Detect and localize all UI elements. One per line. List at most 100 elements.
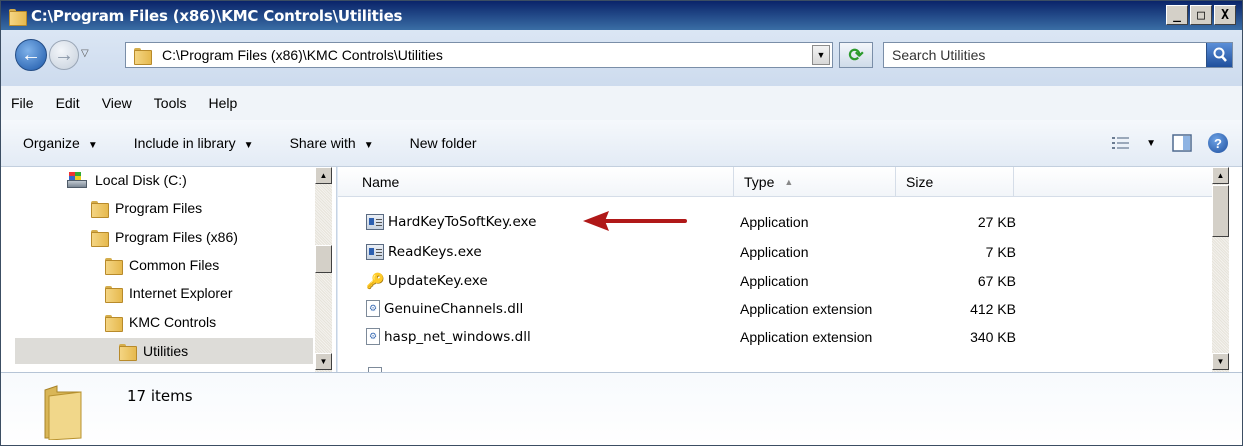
- navigation-pane: Local Disk (C:) Program Files Program Fi…: [1, 167, 337, 372]
- tree-item-label: Utilities: [143, 343, 189, 359]
- folder-icon: [134, 47, 152, 65]
- tree-item-local-disk[interactable]: Local Disk (C:): [67, 167, 297, 193]
- back-arrow-icon: ←: [21, 43, 41, 66]
- scroll-up-button[interactable]: ▲: [1212, 167, 1229, 184]
- maximize-button[interactable]: □: [1190, 5, 1212, 25]
- file-name-cell: HardKeyToSoftKey.exe: [366, 207, 536, 236]
- file-type-cell: Application: [740, 213, 809, 230]
- address-bar[interactable]: C:\Program Files (x86)\KMC Controls\Util…: [125, 42, 833, 68]
- folder-icon: [9, 8, 27, 26]
- file-size-cell: 27 KB: [977, 213, 1016, 230]
- scroll-up-button[interactable]: ▲: [315, 167, 332, 184]
- search-input[interactable]: Search Utilities: [883, 42, 1233, 68]
- folder-icon: [105, 314, 123, 332]
- menu-file[interactable]: File: [11, 95, 34, 111]
- menu-edit[interactable]: Edit: [56, 95, 80, 111]
- column-header-size[interactable]: Size: [896, 167, 1014, 197]
- column-name-label: Name: [362, 174, 400, 190]
- file-name-cell: ⚙ GenuineChannels.dll: [366, 294, 523, 323]
- back-button[interactable]: ←: [15, 39, 47, 71]
- refresh-icon: ⟳: [848, 44, 864, 65]
- scroll-thumb[interactable]: [1212, 185, 1229, 237]
- file-list-scrollbar[interactable]: ▲ ▼: [1212, 167, 1229, 372]
- tree-item-label: Program Files (x86): [115, 229, 238, 245]
- tree-item-label: Internet Explorer: [129, 285, 233, 301]
- title-bar[interactable]: C:\Program Files (x86)\KMC Controls\Util…: [1, 1, 1242, 30]
- file-type-cell: Application: [740, 243, 809, 260]
- nav-pane-scrollbar[interactable]: ▲ ▼: [315, 167, 332, 372]
- window-controls: _ □ X: [1166, 5, 1236, 25]
- tree-item-internet-explorer[interactable]: Internet Explorer: [105, 280, 297, 306]
- annotation-arrow-icon: [583, 211, 687, 231]
- include-in-library-button[interactable]: Include in library ▼: [134, 135, 254, 151]
- file-size-cell: 7 KB: [985, 243, 1016, 260]
- file-size-cell: 412 KB: [970, 300, 1016, 317]
- share-with-button[interactable]: Share with ▼: [290, 135, 374, 151]
- file-type-cell: Application extension: [740, 300, 873, 317]
- view-options-icon[interactable]: [1112, 136, 1130, 150]
- file-row[interactable]: ⚙ GenuineChannels.dll Application extensi…: [338, 294, 1212, 323]
- view-controls: ▼ ?: [1112, 133, 1228, 153]
- file-name: GenuineChannels.dll: [384, 300, 524, 317]
- chevron-up-icon: ▲: [319, 171, 328, 180]
- folder-icon: [119, 343, 137, 361]
- close-button[interactable]: X: [1214, 5, 1236, 25]
- folder-icon: [44, 385, 82, 440]
- window-title: C:\Program Files (x86)\KMC Controls\Util…: [31, 6, 403, 25]
- command-bar: Organize ▼ Include in library ▼ Share with…: [1, 120, 1242, 167]
- tree-item-program-files[interactable]: Program Files: [91, 195, 297, 221]
- scroll-down-button[interactable]: ▼: [1212, 353, 1229, 370]
- file-name: HardKeyToSoftKey.exe: [388, 213, 537, 230]
- minimize-button[interactable]: _: [1166, 5, 1188, 25]
- tree-item-program-files-x86[interactable]: Program Files (x86): [91, 224, 297, 250]
- organize-button[interactable]: Organize ▼: [23, 135, 98, 151]
- drive-icon: [67, 172, 87, 188]
- tree-item-common-files[interactable]: Common Files: [105, 252, 297, 278]
- file-name-cell: ReadKeys.exe: [366, 237, 482, 266]
- forward-arrow-icon: →: [54, 43, 74, 66]
- new-folder-button[interactable]: New folder: [410, 135, 477, 151]
- explorer-window: C:\Program Files (x86)\KMC Controls\Util…: [0, 0, 1243, 446]
- file-row[interactable]: ⚙ hasp_net_windows.dll Application extens…: [338, 322, 1212, 351]
- file-size-cell: 340 KB: [970, 328, 1016, 345]
- chevron-down-icon: ▼: [243, 140, 254, 151]
- recent-pages-dropdown[interactable]: ▽: [81, 48, 89, 59]
- column-header-type[interactable]: Type ▲: [734, 167, 896, 197]
- chevron-down-icon: ▼: [319, 357, 328, 366]
- column-header-row: Name Type ▲ Size: [338, 167, 1212, 197]
- tree-item-label: Common Files: [129, 257, 220, 273]
- preview-pane-icon[interactable]: [1172, 134, 1192, 152]
- search-icon: [1213, 47, 1227, 62]
- refresh-button[interactable]: ⟳: [839, 42, 873, 68]
- help-icon[interactable]: ?: [1208, 133, 1228, 153]
- chevron-down-icon[interactable]: ▼: [1146, 138, 1156, 149]
- organize-label: Organize: [23, 135, 80, 151]
- tree-item-label: Program Files: [115, 200, 203, 216]
- file-list: Name Type ▲ Size HardKeyToSoftKey.exe App…: [338, 167, 1242, 372]
- tree-item-label: Local Disk (C:): [95, 172, 187, 188]
- menu-tools[interactable]: Tools: [154, 95, 187, 111]
- menu-help[interactable]: Help: [208, 95, 237, 111]
- menu-view[interactable]: View: [102, 95, 132, 111]
- forward-button[interactable]: →: [49, 40, 79, 70]
- column-header-name[interactable]: Name: [352, 167, 734, 197]
- sort-ascending-icon: ▲: [784, 177, 794, 187]
- address-path: C:\Program Files (x86)\KMC Controls\Util…: [162, 47, 443, 63]
- chevron-down-icon: ▼: [87, 140, 98, 151]
- file-row[interactable]: 🔑 UpdateKey.exe Application 67 KB: [338, 266, 1212, 295]
- file-row[interactable]: HardKeyToSoftKey.exe Application 27 KB: [338, 207, 1212, 236]
- file-name-cell: ⚙ hasp_net_windows.dll: [366, 322, 531, 351]
- folder-icon: [91, 200, 109, 218]
- file-type-cell: Application: [740, 272, 809, 289]
- folder-icon: [91, 229, 109, 247]
- scroll-down-button[interactable]: ▼: [315, 353, 332, 370]
- chevron-up-icon: ▲: [1216, 171, 1225, 180]
- file-row[interactable]: ReadKeys.exe Application 7 KB: [338, 237, 1212, 266]
- address-dropdown-button[interactable]: ▼: [812, 45, 830, 65]
- column-size-label: Size: [906, 174, 934, 190]
- file-name-cell: 🔑 UpdateKey.exe: [366, 266, 488, 295]
- scroll-thumb[interactable]: [315, 245, 332, 273]
- search-button[interactable]: [1206, 43, 1232, 67]
- tree-item-utilities[interactable]: Utilities: [15, 338, 313, 364]
- tree-item-kmc-controls[interactable]: KMC Controls: [105, 309, 297, 335]
